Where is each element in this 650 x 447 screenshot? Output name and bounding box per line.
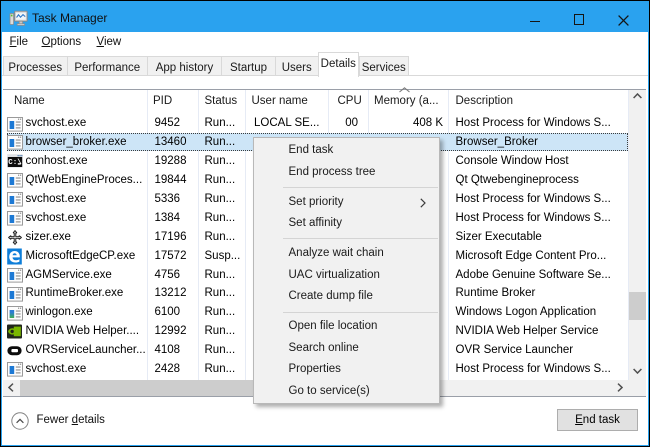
svg-text:C:\: C:\ — [8, 159, 22, 167]
